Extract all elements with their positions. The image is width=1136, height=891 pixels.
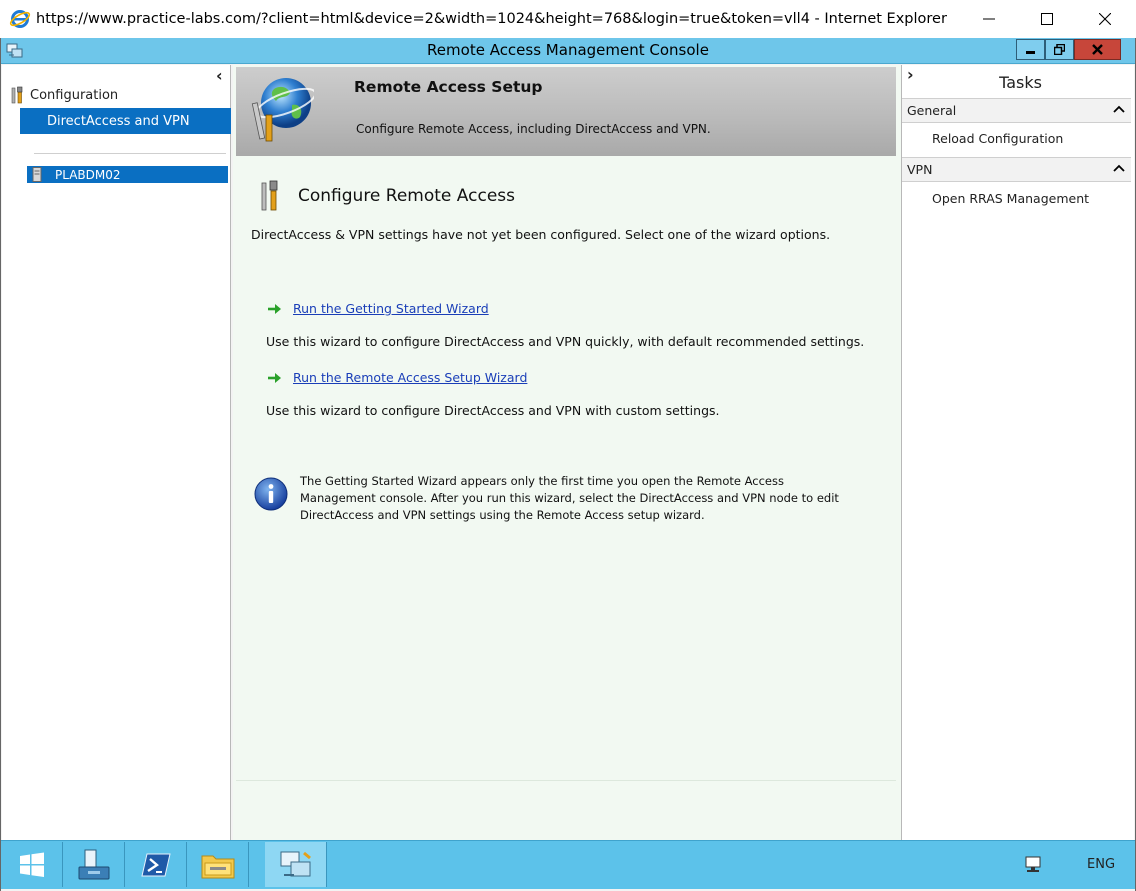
info-icon bbox=[254, 477, 288, 511]
network-tray-item[interactable] bbox=[1023, 841, 1045, 888]
browser-title: https://www.practice-labs.com/?client=ht… bbox=[36, 11, 947, 27]
language-label: ENG bbox=[1087, 857, 1116, 872]
language-indicator[interactable]: ENG bbox=[1087, 841, 1115, 888]
task-group-vpn[interactable]: VPN bbox=[902, 157, 1131, 182]
chevron-up-icon[interactable] bbox=[1112, 102, 1126, 116]
remote-access-console-button[interactable] bbox=[265, 842, 327, 887]
setup-wizard-description: Use this wizard to configure DirectAcces… bbox=[266, 403, 720, 418]
task-open-rras-management[interactable]: Open RRAS Management bbox=[932, 191, 1089, 206]
close-icon bbox=[1099, 13, 1111, 25]
browser-close-button[interactable] bbox=[1076, 0, 1134, 38]
mmc-titlebar: Remote Access Management Console bbox=[1, 38, 1135, 64]
tree-item-configuration[interactable]: Configuration bbox=[10, 86, 118, 104]
task-group-general[interactable]: General bbox=[902, 98, 1131, 123]
restore-icon bbox=[1054, 44, 1065, 55]
content-pane: Remote Access Setup Configure Remote Acc… bbox=[233, 65, 901, 840]
browser-titlebar: https://www.practice-labs.com/?client=ht… bbox=[0, 0, 1136, 38]
browser-maximize-button[interactable] bbox=[1018, 0, 1076, 38]
run-remote-access-setup-wizard-link[interactable]: Run the Remote Access Setup Wizard bbox=[293, 370, 527, 385]
server-icon bbox=[32, 167, 42, 182]
mmc-close-button[interactable] bbox=[1074, 39, 1121, 60]
task-group-vpn-label: VPN bbox=[907, 162, 933, 177]
mmc-title: Remote Access Management Console bbox=[427, 41, 709, 59]
tasks-pane: › Tasks General Reload Configuration VPN… bbox=[901, 65, 1134, 840]
content-divider bbox=[236, 780, 896, 781]
configure-tools-icon bbox=[261, 180, 278, 211]
network-icon bbox=[1025, 856, 1041, 872]
run-getting-started-wizard-link[interactable]: Run the Getting Started Wizard bbox=[293, 301, 489, 316]
remote-desktop: Remote Access Management Console ‹ Confi… bbox=[0, 38, 1136, 891]
green-arrow-icon bbox=[268, 303, 281, 314]
tree-item-configuration-label: Configuration bbox=[30, 87, 119, 103]
setup-wizard-row: Run the Remote Access Setup Wizard bbox=[267, 370, 527, 385]
tools-icon bbox=[11, 86, 23, 104]
mmc-minimize-button[interactable] bbox=[1016, 39, 1045, 60]
mmc-restore-button[interactable] bbox=[1045, 39, 1074, 60]
collapse-pane-button[interactable]: ‹ bbox=[216, 66, 223, 85]
folder-icon bbox=[201, 855, 234, 878]
tree-item-server[interactable]: PLABDM02 bbox=[27, 166, 228, 183]
task-group-general-label: General bbox=[907, 103, 957, 118]
server-manager-button[interactable] bbox=[63, 842, 125, 887]
getting-started-wizard-row: Run the Getting Started Wizard bbox=[267, 301, 489, 316]
banner-subtitle: Configure Remote Access, including Direc… bbox=[356, 122, 711, 136]
internet-explorer-icon bbox=[9, 10, 31, 28]
browser-minimize-button[interactable] bbox=[960, 0, 1018, 38]
tasks-title: Tasks bbox=[999, 73, 1042, 92]
powershell-button[interactable] bbox=[125, 842, 187, 887]
file-explorer-button[interactable] bbox=[187, 842, 249, 887]
tree-divider bbox=[34, 153, 226, 154]
remote-access-app-icon bbox=[280, 851, 311, 876]
setup-banner: Remote Access Setup Configure Remote Acc… bbox=[236, 67, 896, 156]
start-button[interactable] bbox=[1, 842, 63, 887]
section-title: Configure Remote Access bbox=[298, 186, 515, 206]
maximize-icon bbox=[1041, 13, 1053, 25]
banner-title: Remote Access Setup bbox=[354, 78, 543, 96]
intro-text: DirectAccess & VPN settings have not yet… bbox=[251, 227, 831, 242]
close-icon bbox=[1092, 44, 1103, 55]
server-manager-icon bbox=[78, 849, 109, 879]
minimize-icon bbox=[983, 18, 995, 20]
globe-tools-icon bbox=[251, 78, 314, 142]
mmc-window-controls bbox=[1016, 39, 1121, 60]
info-message: The Getting Started Wizard appears only … bbox=[300, 474, 839, 522]
tree-item-server-label: PLABDM02 bbox=[55, 167, 121, 182]
powershell-icon bbox=[140, 853, 171, 876]
minimize-icon bbox=[1026, 51, 1035, 54]
green-arrow-icon bbox=[268, 372, 281, 383]
task-reload-configuration[interactable]: Reload Configuration bbox=[932, 131, 1063, 146]
getting-started-wizard-description: Use this wizard to configure DirectAcces… bbox=[266, 334, 865, 349]
navigation-tree-pane: ‹ Configuration DirectAccess and VPN PLA… bbox=[2, 65, 231, 840]
tree-item-directaccess-vpn[interactable]: DirectAccess and VPN bbox=[20, 108, 231, 134]
taskbar: ENG bbox=[1, 840, 1135, 889]
windows-logo-icon bbox=[19, 852, 44, 877]
chevron-up-icon[interactable] bbox=[1112, 161, 1126, 175]
